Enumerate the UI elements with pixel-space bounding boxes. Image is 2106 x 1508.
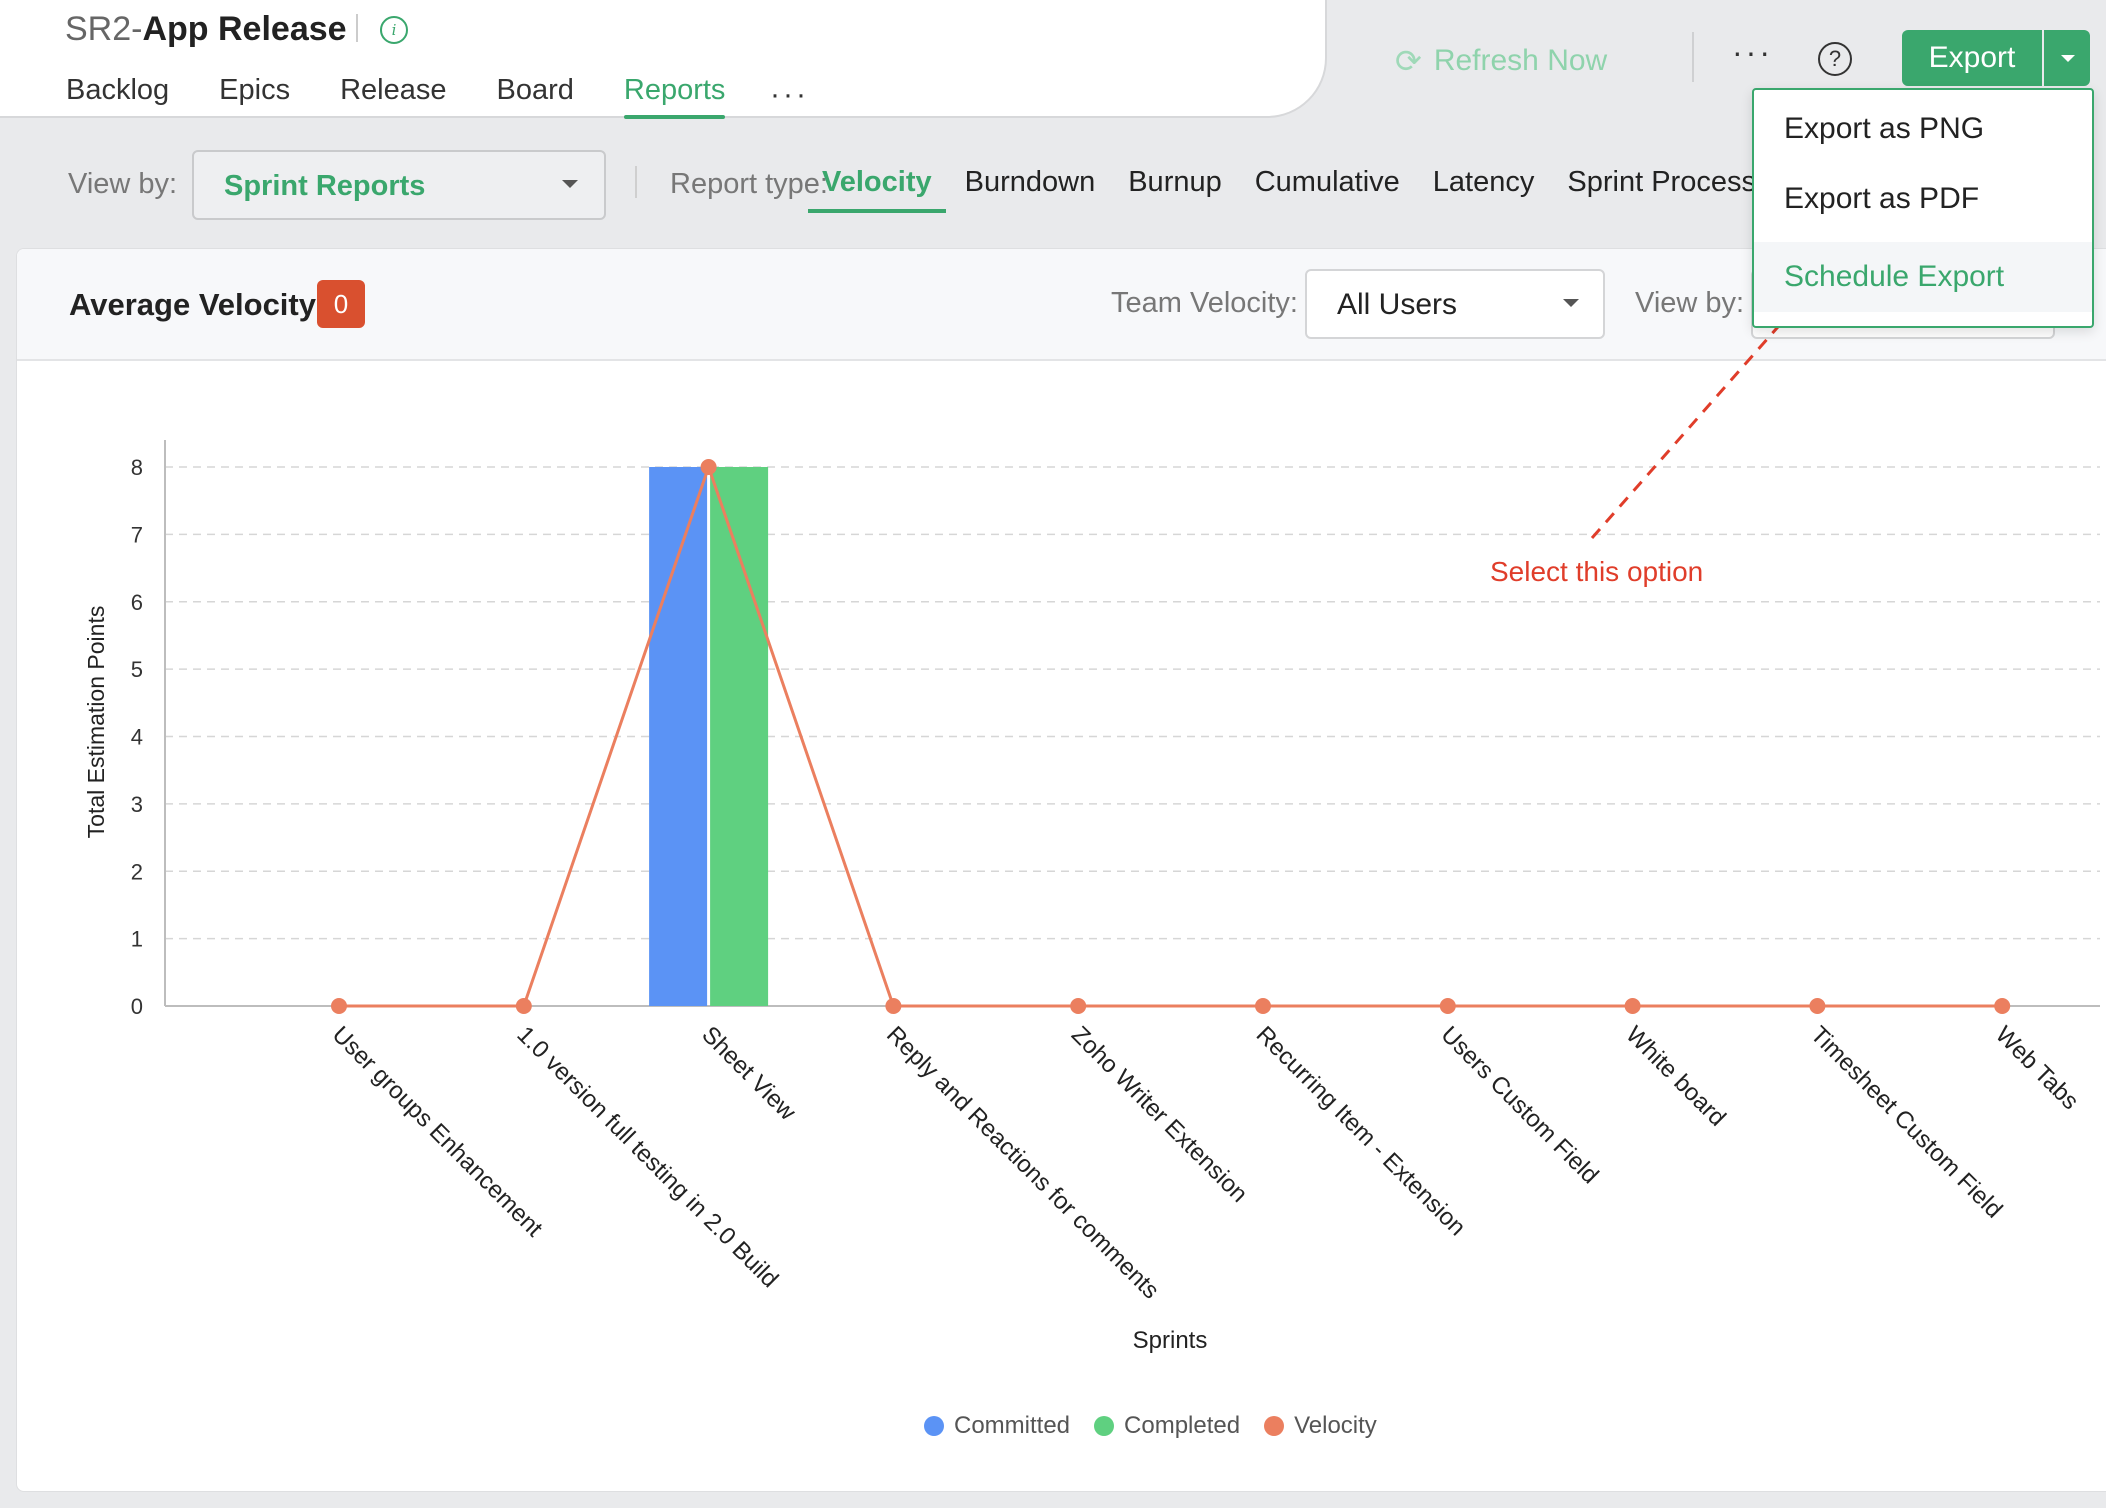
- velocity-point: [331, 998, 347, 1014]
- velocity-point: [1809, 998, 1826, 1014]
- bar-completed: [710, 467, 769, 1006]
- velocity-point: [1070, 998, 1087, 1014]
- legend-item-completed[interactable]: Completed: [1094, 1412, 1240, 1440]
- menu-schedule-export[interactable]: Schedule Export: [1754, 242, 2092, 312]
- y-tick-label: 3: [131, 792, 143, 817]
- x-tick-label: Recurring Item - Extension: [1251, 1021, 1471, 1241]
- x-tick-label: User groups Enhancement: [327, 1021, 548, 1242]
- legend-item-committed[interactable]: Committed: [924, 1412, 1070, 1440]
- x-tick-label: Timesheet Custom Field: [1805, 1021, 2007, 1223]
- x-tick-label: Users Custom Field: [1436, 1021, 1604, 1189]
- velocity-point: [700, 459, 717, 475]
- x-tick-label: Web Tabs: [1990, 1021, 2084, 1115]
- legend-dot-velocity: [1264, 1416, 1285, 1436]
- velocity-point: [1439, 998, 1456, 1014]
- legend-label-velocity: Velocity: [1294, 1412, 1377, 1439]
- legend-item-velocity[interactable]: Velocity: [1264, 1412, 1377, 1440]
- y-tick-label: 8: [131, 455, 143, 480]
- legend-dot-completed: [1094, 1416, 1115, 1436]
- menu-export-pdf[interactable]: Export as PDF: [1754, 164, 2092, 234]
- y-tick-label: 5: [131, 657, 143, 682]
- y-tick-label: 4: [131, 725, 143, 750]
- velocity-point: [885, 998, 902, 1014]
- annotation-arrow-line: [1590, 319, 1786, 539]
- velocity-point: [1994, 998, 2011, 1014]
- y-tick-label: 6: [131, 590, 143, 615]
- bar-committed: [649, 467, 708, 1006]
- velocity-point: [1255, 998, 1271, 1014]
- velocity-point: [1624, 998, 1641, 1014]
- x-axis-title: Sprints: [1133, 1327, 1208, 1354]
- y-tick-label: 1: [131, 927, 143, 952]
- y-axis-title: Total Estimation Points: [83, 606, 109, 839]
- menu-export-png[interactable]: Export as PNG: [1754, 94, 2092, 164]
- y-tick-label: 2: [131, 859, 143, 884]
- legend-label-completed: Completed: [1124, 1412, 1241, 1439]
- x-tick-label: Sheet View: [696, 1021, 801, 1126]
- x-tick-label: Zoho Writer Extension: [1066, 1021, 1253, 1208]
- chart-legend: Committed Completed Velocity: [924, 1412, 1377, 1440]
- x-tick-label: White board: [1620, 1021, 1731, 1132]
- y-tick-label: 0: [131, 994, 143, 1019]
- export-menu: Export as PNG Export as PDF Schedule Exp…: [1752, 88, 2094, 328]
- y-tick-label: 7: [131, 522, 143, 547]
- legend-dot-committed: [924, 1416, 944, 1436]
- legend-label-committed: Committed: [954, 1412, 1071, 1439]
- velocity-point: [515, 998, 532, 1014]
- annotation-text: Select this option: [1490, 556, 1704, 587]
